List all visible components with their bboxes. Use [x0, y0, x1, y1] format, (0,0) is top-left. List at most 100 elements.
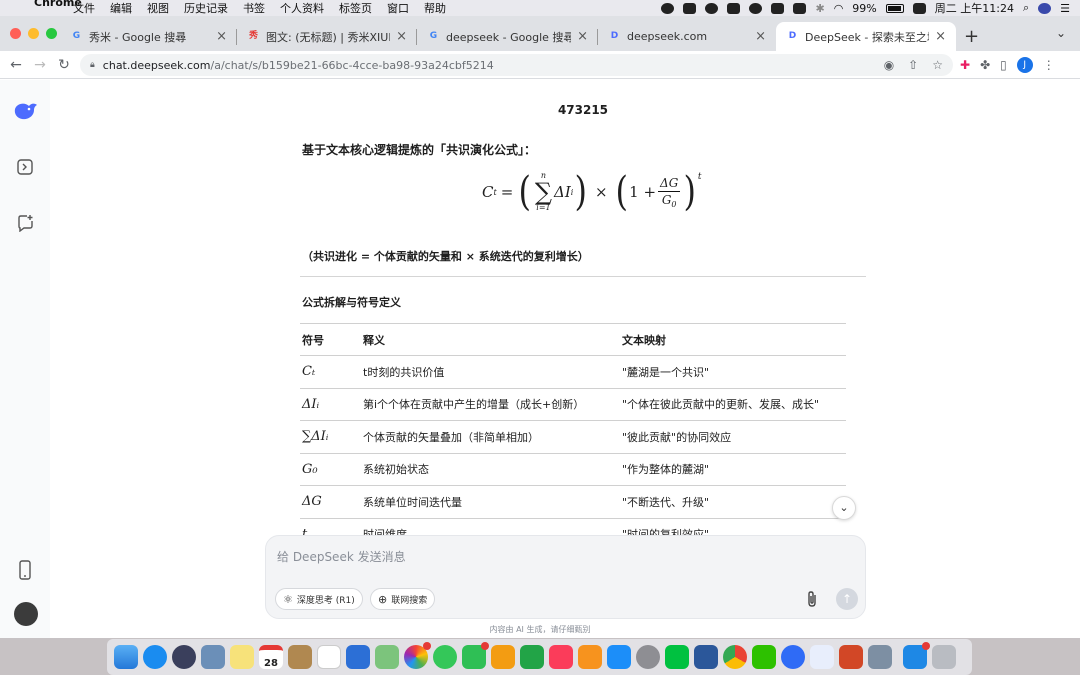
eye-icon[interactable]: ◉	[884, 58, 894, 72]
safari-icon[interactable]	[143, 645, 167, 669]
response-title: 473215	[557, 103, 609, 117]
close-window-icon[interactable]	[10, 28, 21, 39]
siri-icon[interactable]	[1038, 2, 1052, 14]
row-mapping: "彼此贡献"的协同效应	[620, 420, 846, 454]
wechat-status-icon[interactable]	[661, 2, 675, 14]
clock[interactable]: 周二 上午11:24	[935, 0, 1014, 16]
scroll-to-bottom-button[interactable]: ⌄	[832, 496, 856, 520]
grid-status-icon[interactable]	[771, 2, 785, 14]
new-chat-icon[interactable]	[16, 214, 34, 233]
wechat-icon[interactable]	[752, 645, 776, 669]
control-center-icon[interactable]: ☰	[1060, 2, 1070, 15]
facetime-icon[interactable]	[462, 642, 489, 669]
chrome-menu-icon[interactable]: ⋮	[1043, 58, 1055, 72]
badge	[481, 642, 489, 650]
send-button[interactable]: ↑	[836, 588, 858, 610]
puzzle-icon[interactable]: ✤	[980, 58, 990, 72]
battery-icon[interactable]	[885, 3, 904, 13]
photos-icon[interactable]	[404, 642, 431, 669]
settings-icon[interactable]	[636, 645, 660, 669]
share-icon[interactable]: ⇧	[908, 58, 918, 72]
fraction-denominator: G0	[662, 192, 677, 209]
menu-window[interactable]: 窗口	[387, 0, 409, 16]
menu-help[interactable]: 帮助	[424, 0, 446, 16]
books-icon[interactable]	[578, 645, 602, 669]
status-app-icon[interactable]	[683, 2, 697, 14]
sync-status-icon[interactable]	[705, 2, 719, 14]
extension-icon[interactable]: ✚	[960, 58, 970, 72]
url-path: /a/chat/s/b159be21-66bc-4cce-ba98-93a24c…	[210, 58, 494, 72]
message-input[interactable]: 给 DeepSeek 发送消息	[277, 548, 406, 565]
tab-close-icon[interactable]: ×	[216, 29, 227, 44]
trash-icon[interactable]	[932, 645, 956, 669]
paperclip-icon[interactable]	[806, 590, 818, 612]
tab-close-icon[interactable]: ×	[935, 29, 946, 44]
launchpad-icon[interactable]	[172, 645, 196, 669]
new-tab-button[interactable]: +	[964, 26, 979, 47]
table-row: Cₜ t时刻的共识价值 "麓湖是一个共识"	[300, 355, 846, 389]
cloud-icon[interactable]	[903, 642, 930, 669]
cloud-status-icon[interactable]	[749, 2, 763, 14]
tab-deepseek-com[interactable]: D deepseek.com ×	[598, 22, 776, 51]
tab-close-icon[interactable]: ×	[577, 29, 588, 44]
side-panel-icon[interactable]: ▯	[1000, 58, 1007, 72]
menu-view[interactable]: 视图	[147, 0, 169, 16]
lock-icon[interactable]: 🔒︎	[90, 60, 95, 70]
battery-percent[interactable]: 99%	[852, 2, 876, 15]
spotlight-icon[interactable]: ⌕	[1023, 1, 1029, 15]
messages-icon[interactable]	[433, 645, 457, 669]
keynote-icon[interactable]	[346, 645, 370, 669]
bluetooth-icon[interactable]: ✱	[815, 2, 824, 15]
appstore-icon[interactable]	[607, 645, 631, 669]
tab-google-deepseek[interactable]: G deepseek - Google 搜尋 ×	[417, 22, 598, 51]
maps-icon[interactable]	[375, 645, 399, 669]
airplay-status-icon[interactable]	[793, 2, 807, 14]
powerpoint-icon[interactable]	[839, 645, 863, 669]
tab-close-icon[interactable]: ×	[396, 29, 407, 44]
message-composer[interactable]: 给 DeepSeek 发送消息 ⚛ 深度思考 (R1) ⊕ 联网搜索 ↑	[265, 535, 866, 619]
menu-bookmarks[interactable]: 书签	[243, 0, 265, 16]
deep-think-button[interactable]: ⚛ 深度思考 (R1)	[275, 588, 363, 610]
minimize-window-icon[interactable]	[28, 28, 39, 39]
menu-history[interactable]: 历史记录	[184, 0, 228, 16]
screenshot-icon[interactable]	[868, 645, 892, 669]
menu-edit[interactable]: 编辑	[110, 0, 132, 16]
bookmark-status-icon[interactable]	[727, 2, 741, 14]
bookmark-star-icon[interactable]: ☆	[932, 58, 943, 72]
calendar-icon[interactable]: 28	[259, 645, 283, 669]
menu-tabs[interactable]: 标签页	[339, 0, 372, 16]
menu-profiles[interactable]: 个人资料	[280, 0, 324, 16]
zoom-window-icon[interactable]	[46, 28, 57, 39]
forward-icon[interactable]: →	[28, 57, 52, 73]
profile-avatar[interactable]: J	[1016, 57, 1033, 73]
reload-icon[interactable]: ↻	[52, 57, 76, 73]
finder-icon[interactable]	[114, 645, 138, 669]
baidu-netdisk-icon[interactable]	[810, 645, 834, 669]
music-icon[interactable]	[549, 645, 573, 669]
phone-app-icon[interactable]	[16, 560, 34, 580]
tab-search-icon[interactable]: ⌄	[1056, 26, 1066, 40]
chrome-icon[interactable]	[723, 645, 747, 669]
input-method-icon[interactable]	[912, 2, 926, 14]
preview-icon[interactable]	[201, 645, 225, 669]
notes-icon[interactable]	[230, 645, 254, 669]
wifi-icon[interactable]: ◠	[834, 2, 844, 15]
quark-icon[interactable]	[781, 645, 805, 669]
archive-icon[interactable]	[288, 645, 312, 669]
tab-deepseek-chat[interactable]: D DeepSeek - 探索未至之境 ×	[776, 22, 956, 51]
expand-sidebar-icon[interactable]	[16, 158, 34, 176]
tab-xiumi-editor[interactable]: 秀 图文: (无标题) | 秀米XIUMI ×	[237, 22, 417, 51]
tab-close-icon[interactable]: ×	[755, 29, 766, 44]
pages-icon[interactable]	[491, 645, 515, 669]
tab-google-xiumi[interactable]: G 秀米 - Google 搜尋 ×	[60, 22, 237, 51]
row-meaning: 系统单位时间迭代量	[361, 485, 620, 519]
reminders-icon[interactable]	[317, 645, 341, 669]
user-avatar[interactable]	[14, 602, 38, 626]
back-icon[interactable]: ←	[4, 57, 28, 73]
numbers-icon[interactable]	[520, 645, 544, 669]
iqiyi-icon[interactable]	[665, 645, 689, 669]
deepseek-logo-icon[interactable]	[13, 100, 39, 122]
web-search-button[interactable]: ⊕ 联网搜索	[370, 588, 436, 610]
address-bar[interactable]: 🔒︎ chat.deepseek.com/a/chat/s/b159be21-6…	[80, 54, 953, 76]
word-icon[interactable]	[694, 645, 718, 669]
